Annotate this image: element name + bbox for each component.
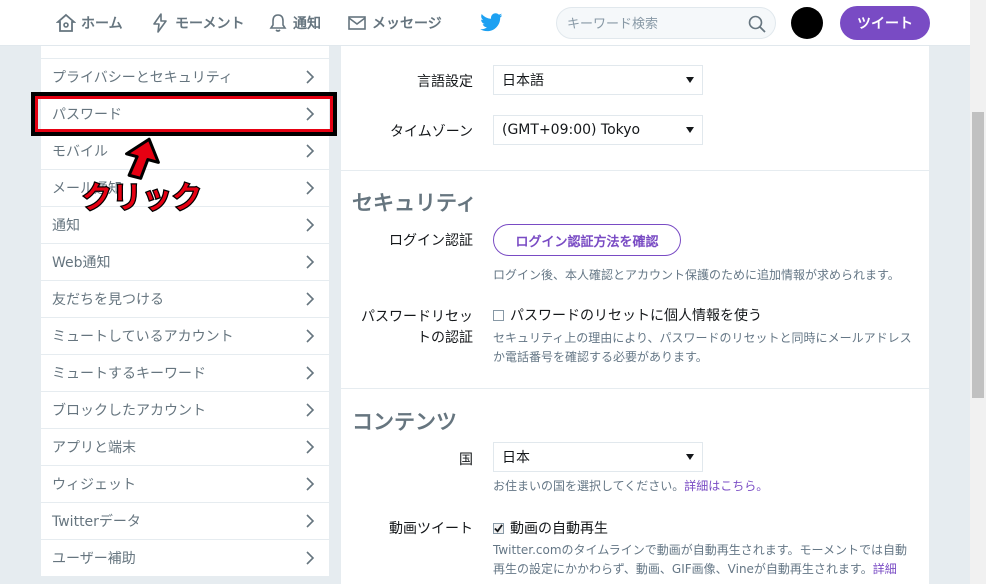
timezone-select[interactable]: (GMT+09:00) Tokyo (493, 115, 703, 145)
login-verification-help: ログイン後、本人確認とアカウント保護のために追加情報が求められます。 (493, 268, 900, 282)
nav-moments-label: モーメント (175, 16, 245, 32)
password-reset-help-line2: か電話番号を確認する必要があります。 (493, 350, 708, 364)
timezone-label: タイムゾーン (389, 124, 473, 140)
video-autoplay-option[interactable]: 動画の自動再生 (493, 518, 608, 538)
sidebar-item[interactable]: Twitterデータ (41, 502, 329, 539)
sidebar-item[interactable]: ユーザー補助 (41, 539, 329, 576)
video-help-line1: Twitter.comのタイムラインで動画が自動再生されます。モーメントでは自動 (493, 543, 908, 557)
password-reset-checkbox[interactable] (493, 309, 504, 321)
sidebar-item[interactable]: ミュートしているアカウント (41, 317, 329, 354)
sidebar-item-label: ユーザー補助 (52, 551, 136, 567)
twitter-bird-icon[interactable] (480, 12, 502, 32)
chevron-right-icon (306, 70, 315, 84)
password-reset-checkbox-label: パスワードのリセットに個人情報を使う (510, 308, 762, 324)
chevron-right-icon (306, 218, 315, 232)
tweet-button[interactable]: ツイート (840, 6, 930, 40)
sidebar-item[interactable]: ブロックしたアカウント (41, 391, 329, 428)
sidebar-item[interactable]: ミュートするキーワード (41, 354, 329, 391)
chevron-right-icon (306, 292, 315, 306)
nav-home-label: ホーム (81, 16, 123, 32)
password-reset-help-line1-end: ス (899, 331, 912, 345)
annotation-text: クリック (82, 181, 202, 216)
sidebar-item-label: ミュートするキーワード (52, 366, 206, 382)
nav-messages[interactable]: メッセージ (347, 12, 442, 34)
sidebar-item-label: 友だちを見つける (52, 292, 164, 308)
sidebar-item[interactable]: 友だちを見つける (41, 280, 329, 317)
language-value: 日本語 (502, 73, 544, 89)
country-select[interactable]: 日本 (493, 442, 703, 472)
top-nav-bar: ホーム モーメント 通知 メッセージ ツイート (0, 0, 970, 46)
section-divider (341, 170, 929, 171)
country-help-text: お住まいの国を選択してください。 (493, 479, 685, 493)
language-label: 言語設定 (417, 74, 473, 90)
section-divider (341, 388, 929, 389)
sidebar-item-label: プライバシーとセキュリティ (52, 70, 233, 86)
chevron-right-icon (306, 329, 315, 343)
video-autoplay-checkbox[interactable] (493, 522, 504, 534)
country-help: お住まいの国を選択してください。詳細はこちら。 (493, 477, 913, 496)
sidebar-item-label: アプリと端末 (52, 440, 136, 456)
sidebar-item[interactable]: ウィジェット (41, 465, 329, 502)
sidebar-item-label: ブロックしたアカウント (52, 403, 206, 419)
envelope-icon (348, 16, 366, 30)
search-icon[interactable] (747, 14, 767, 34)
home-icon (56, 13, 76, 32)
sidebar-item-label: Twitterデータ (52, 514, 141, 530)
login-verification-button[interactable]: ログイン認証方法を確認 (493, 224, 681, 256)
chevron-right-icon (306, 551, 315, 565)
password-reset-option[interactable]: パスワードのリセットに個人情報を使う (493, 305, 762, 325)
video-help-line2: 再生の設定にかかわらず、動画、GIF画像、Vineが自動再生されます。 (493, 562, 873, 576)
video-autoplay-checkbox-label: 動画の自動再生 (510, 521, 608, 537)
nav-home[interactable]: ホーム (56, 12, 123, 34)
nav-notifications-label: 通知 (293, 16, 321, 32)
country-help-link[interactable]: 詳細はこちら。 (684, 479, 768, 493)
search-box[interactable] (556, 7, 776, 39)
sidebar-item[interactable]: プライバシーとセキュリティ (41, 58, 329, 95)
password-reset-label-line1: パスワードリセッ (361, 309, 473, 325)
chevron-right-icon (306, 255, 315, 269)
login-verification-label: ログイン認証 (389, 233, 473, 249)
chevron-right-icon (306, 514, 315, 528)
search-input[interactable] (567, 14, 737, 34)
chevron-right-icon (306, 144, 315, 158)
settings-main-panel: 言語設定 日本語 タイムゾーン (GMT+09:00) Tokyo セキュリティ… (341, 46, 929, 584)
security-section-title: セキュリティ (352, 191, 477, 215)
lightning-icon (153, 13, 167, 33)
click-annotation: クリック (81, 137, 203, 217)
nav-notifications[interactable]: 通知 (268, 12, 321, 34)
bell-icon (269, 14, 287, 32)
nav-messages-label: メッセージ (372, 16, 442, 32)
nav-moments[interactable]: モーメント (150, 12, 244, 34)
scrollbar-thumb[interactable] (972, 112, 984, 398)
caret-down-icon (686, 77, 694, 83)
chevron-right-icon (306, 181, 315, 195)
video-help-link[interactable]: 詳細 (873, 562, 897, 576)
chevron-right-icon (306, 403, 315, 417)
sidebar-item[interactable]: Web通知 (41, 243, 329, 280)
country-value: 日本 (502, 450, 530, 466)
chevron-right-icon (306, 477, 315, 491)
sidebar-item-label: ウィジェット (52, 477, 136, 493)
country-label: 国 (459, 452, 473, 468)
video-help: Twitter.comのタイムラインで動画が自動再生されます。モーメントでは自動… (493, 541, 913, 579)
caret-down-icon (686, 127, 694, 133)
password-reset-label-line2: トの認証 (417, 330, 473, 346)
content-section-title: コンテンツ (352, 410, 457, 434)
password-reset-help-line1: セキュリティ上の理由により、パスワードのリセットと同時にメールアドレ (493, 331, 900, 345)
chevron-right-icon (306, 366, 315, 380)
checkmark-icon (494, 523, 503, 533)
video-label: 動画ツイート (389, 521, 473, 537)
language-select[interactable]: 日本語 (493, 65, 703, 95)
timezone-value: (GMT+09:00) Tokyo (502, 122, 641, 138)
sidebar-item-label: Web通知 (52, 255, 111, 271)
sidebar-item-label: ミュートしているアカウント (52, 329, 234, 345)
password-reset-help: セキュリティ上の理由により、パスワードのリセットと同時にメールアドレス か電話番… (493, 329, 913, 367)
sidebar-item[interactable]: アプリと端末 (41, 428, 329, 465)
chevron-right-icon (306, 440, 315, 454)
caret-down-icon (686, 454, 694, 460)
avatar[interactable] (791, 7, 823, 39)
